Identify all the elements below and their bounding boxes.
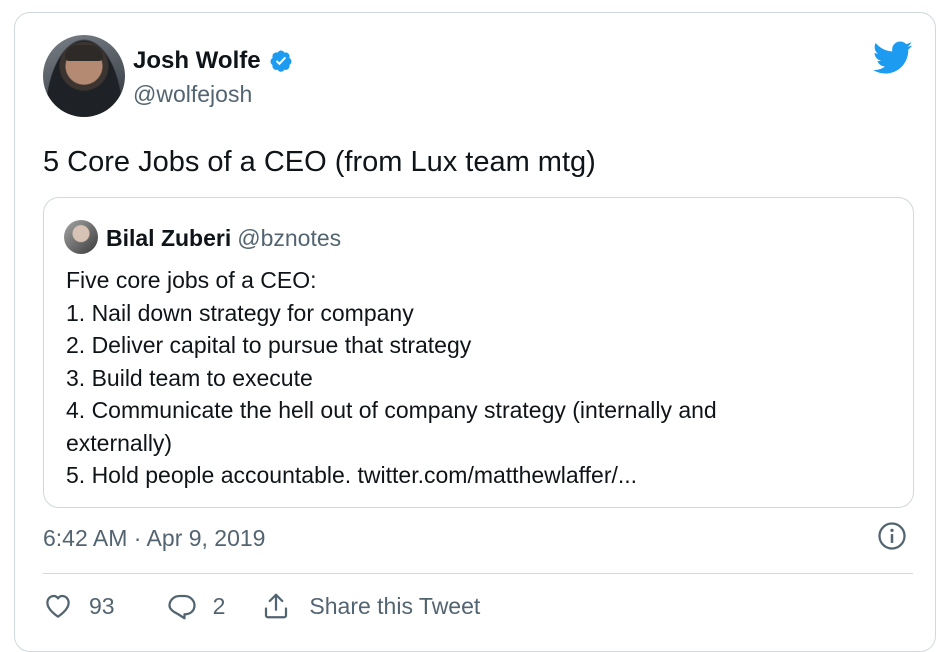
quoted-author-handle[interactable]: @bznotes xyxy=(237,225,341,251)
quoted-line: 3. Build team to execute xyxy=(66,364,313,391)
divider xyxy=(43,573,913,574)
quoted-line: Five core jobs of a CEO: xyxy=(66,267,317,293)
like-button[interactable]: 93 xyxy=(43,591,115,621)
author-handle[interactable]: @wolfejosh xyxy=(133,81,252,108)
quoted-author-avatar[interactable] xyxy=(64,220,98,254)
quoted-line: 5. Hold people accountable. twitter.com/… xyxy=(66,462,638,488)
like-count: 93 xyxy=(89,592,115,619)
quoted-tweet-body: Five core jobs of a CEO: 1. Nail down st… xyxy=(66,264,896,492)
quoted-line: 2. Deliver capital to pursue that strate… xyxy=(66,332,472,358)
quoted-tweet-header: Bilal Zuberi @bznotes xyxy=(106,225,341,252)
quoted-line: externally) xyxy=(66,429,173,456)
share-button[interactable]: Share this Tweet xyxy=(261,591,480,621)
verified-badge-icon xyxy=(270,50,292,72)
twitter-bird-icon[interactable] xyxy=(873,41,913,75)
author-avatar[interactable] xyxy=(43,35,125,117)
author-name-row: Josh Wolfe xyxy=(133,47,293,75)
share-icon xyxy=(265,593,288,619)
tweet-card[interactable]: Josh Wolfe @wolfejosh 5 Core Jobs of a C… xyxy=(14,12,936,652)
quoted-author-name[interactable]: Bilal Zuberi xyxy=(106,225,231,251)
reply-icon xyxy=(167,594,196,620)
info-icon[interactable] xyxy=(877,521,907,551)
quoted-tweet[interactable]: Bilal Zuberi @bznotes Five core jobs of a… xyxy=(43,197,914,508)
reply-count: 2 xyxy=(212,592,226,619)
avatar-hair xyxy=(65,45,103,61)
tweet-text: 5 Core Jobs of a CEO (from Lux team mtg) xyxy=(43,146,596,178)
quoted-line: 4. Communicate the hell out of company s… xyxy=(66,397,717,423)
tweet-timestamp[interactable]: 6:42 AM · Apr 9, 2019 xyxy=(43,525,265,552)
author-name[interactable]: Josh Wolfe xyxy=(133,47,261,75)
tweet-actions: 93 2 Share this Tweet xyxy=(43,591,480,621)
quoted-line: 1. Nail down strategy for company xyxy=(66,299,414,326)
reply-button[interactable]: 2 xyxy=(167,591,226,621)
heart-icon xyxy=(46,594,70,618)
share-label: Share this Tweet xyxy=(309,592,481,619)
